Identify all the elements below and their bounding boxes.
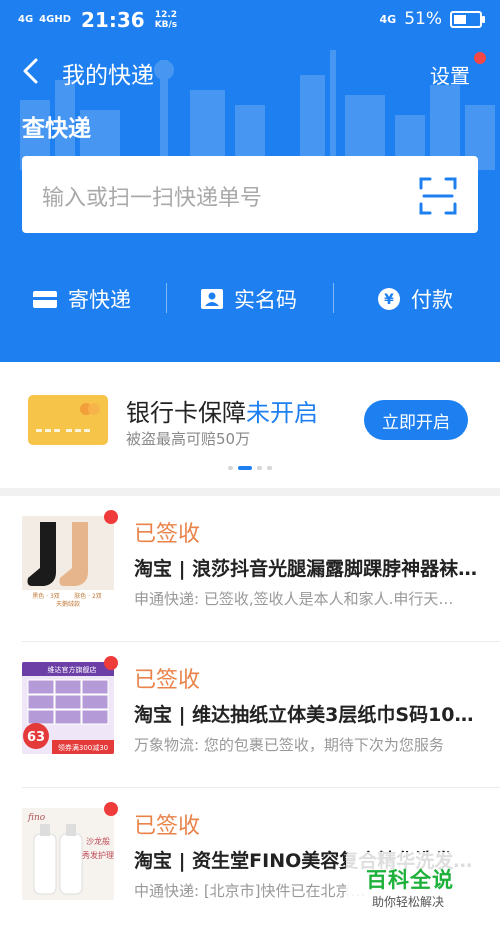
carousel-indicator [228,466,272,470]
status-bar-right: 4G 51% [379,9,485,29]
parcel-status: 已签收 [134,668,201,693]
unread-dot [104,510,118,524]
banner-title-main: 银行卡保障 [126,399,246,427]
status-bar-left: 4G 4GHD 21:36 12.2 KB/s [18,8,177,32]
bank-card-icon [28,395,108,445]
thumb-label: 天鹅绒款 [56,600,80,608]
search-placeholder: 输入或扫一扫快递单号 [42,186,263,211]
thumb-label: 63 [27,730,45,745]
watermark-subtitle: 助你轻松解决 [372,895,445,909]
signal-1-icon: 4G [18,14,34,25]
page-title: 我的快递 [62,63,154,89]
parcel-item[interactable]: 维达官方旗舰店 63 领券满300减30 已签收 淘宝 | 维达抽纸立体美3层纸… [0,642,500,788]
network-speed-unit: KB/s [154,20,178,30]
network-speed: 12.2 KB/s [155,10,177,30]
action-divider [333,283,334,313]
parcel-status: 已签收 [134,522,201,547]
clock-time: 21:36 [81,8,145,32]
carousel-dot [257,466,262,470]
thumb-label: 肤色 · 2双 [74,592,102,600]
yen-coin-icon: ¥ [378,288,400,310]
parcel-item[interactable]: 黑色 · 3双 肤色 · 2双 天鹅绒款 已签收 淘宝 | 浪莎抖音光腿漏露脚踝… [0,496,500,642]
thumb-label: 维达官方旗舰店 [48,665,97,674]
unread-dot [104,656,118,670]
product-thumbnail: 黑色 · 3双 肤色 · 2双 天鹅绒款 [22,516,114,608]
banner-subtitle: 被盗最高可赔50万 [126,430,251,448]
network-type-icon: 4G [379,12,397,26]
thumb-label: fino [27,813,46,823]
parcel-detail: 申通快递: 已签收,签收人是本人和家人.申行天… [134,590,454,608]
back-arrow-icon[interactable] [16,56,46,86]
parcel-name: 淘宝 | 维达抽纸立体美3层纸巾S码108… [134,704,480,726]
product-thumbnail: 维达官方旗舰店 63 领券满300减30 [22,662,114,754]
battery-percent: 51% [404,9,442,29]
signal-2-icon: 4GHD [39,14,72,25]
settings-button[interactable]: 设置 [430,60,470,89]
payment-button[interactable]: ¥ 付款 [377,284,453,314]
tissue-image: 维达官方旗舰店 63 领券满300减30 [22,662,114,754]
banner-title: 银行卡保障未开启 [126,393,318,428]
scan-icon[interactable] [418,176,458,216]
battery-level-fill [454,14,467,24]
parcel-detail: 万象物流: 您的包裹已签收，期待下次为您服务 [134,736,444,754]
network-speed-value: 12.2 [154,10,178,20]
carousel-dot [238,466,252,470]
svg-text:¥: ¥ [384,292,394,308]
product-thumbnail: fino 沙龙般 秀发护理 [22,808,114,900]
enable-protection-button[interactable]: 立即开启 [364,400,468,440]
payment-label: 付款 [411,288,453,312]
real-name-code-label: 实名码 [234,288,297,312]
parcel-status: 已签收 [134,814,201,839]
real-name-code-button[interactable]: 实名码 [200,284,297,314]
unread-dot [104,802,118,816]
send-parcel-button[interactable]: 寄快递 [32,284,131,314]
battery-icon [450,10,485,28]
shampoo-image: fino 沙龙般 秀发护理 [22,808,114,900]
settings-notification-dot [474,52,486,64]
action-divider [166,283,167,313]
city-skyline-illustration [20,50,495,170]
query-section-title: 查快递 [22,116,91,142]
send-parcel-label: 寄快递 [68,288,131,312]
carousel-dot [228,466,233,470]
parcel-name: 淘宝 | 浪莎抖音光腿漏露脚踝脖神器袜… [134,558,478,580]
thumb-label: 领券满300减30 [58,743,108,752]
carousel-dot [267,466,272,470]
socks-image: 黑色 · 3双 肤色 · 2双 天鹅绒款 [22,516,114,608]
watermark-title: 百科全说 [366,868,454,892]
thumb-label: 秀发护理 [82,850,114,860]
thumb-label: 沙龙般 [86,836,110,846]
status-bar: 4G 4GHD 21:36 12.2 KB/s 4G 51% [0,0,500,38]
package-box-icon [33,291,57,308]
id-card-icon [201,289,223,309]
thumb-label: 黑色 · 3双 [32,592,60,600]
banner-title-accent: 未开启 [246,399,318,427]
